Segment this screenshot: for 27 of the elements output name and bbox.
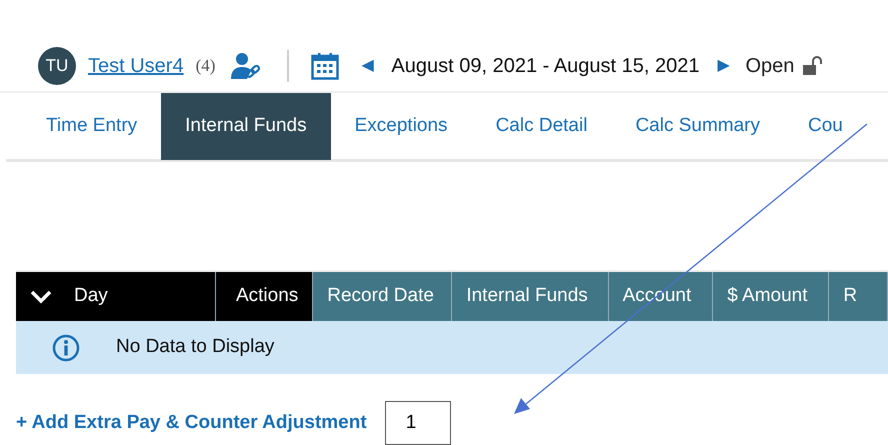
user-link-icon[interactable] (231, 52, 262, 80)
info-icon (52, 334, 80, 362)
count-field[interactable]: 1 (384, 401, 451, 445)
tab[interactable]: Calc Summary (611, 93, 784, 160)
chevron-down-icon[interactable] (30, 290, 52, 304)
tab[interactable]: Exceptions (330, 93, 472, 160)
user-name-link[interactable]: Test User4 (88, 50, 184, 80)
empty-message: No Data to Display (116, 335, 274, 360)
column-header: Internal Funds (452, 272, 609, 321)
date-range: August 09, 2021 - August 15, 2021 (391, 54, 700, 78)
user-count: (4) (196, 54, 216, 77)
column-header: Actions (216, 272, 314, 321)
column-header: R (829, 272, 888, 321)
period-status: Open (745, 54, 794, 78)
tab[interactable]: Calc Detail (472, 93, 612, 160)
column-header: Account (608, 272, 714, 321)
next-week-button[interactable]: ▶ (717, 54, 730, 78)
previous-week-button[interactable]: ◀ (361, 54, 374, 78)
tab[interactable]: Internal Funds (161, 93, 331, 160)
column-label: Day (74, 284, 108, 308)
tab[interactable]: Time Entry (22, 93, 162, 160)
add-adjustment-link[interactable]: + Add Extra Pay & Counter Adjustment (16, 408, 367, 438)
calendar-icon[interactable] (311, 52, 340, 80)
avatar: TU (38, 46, 76, 84)
column-header: $ Amount (713, 272, 830, 321)
tab[interactable]: Cou (784, 93, 867, 160)
column-header: Record Date (313, 272, 452, 321)
